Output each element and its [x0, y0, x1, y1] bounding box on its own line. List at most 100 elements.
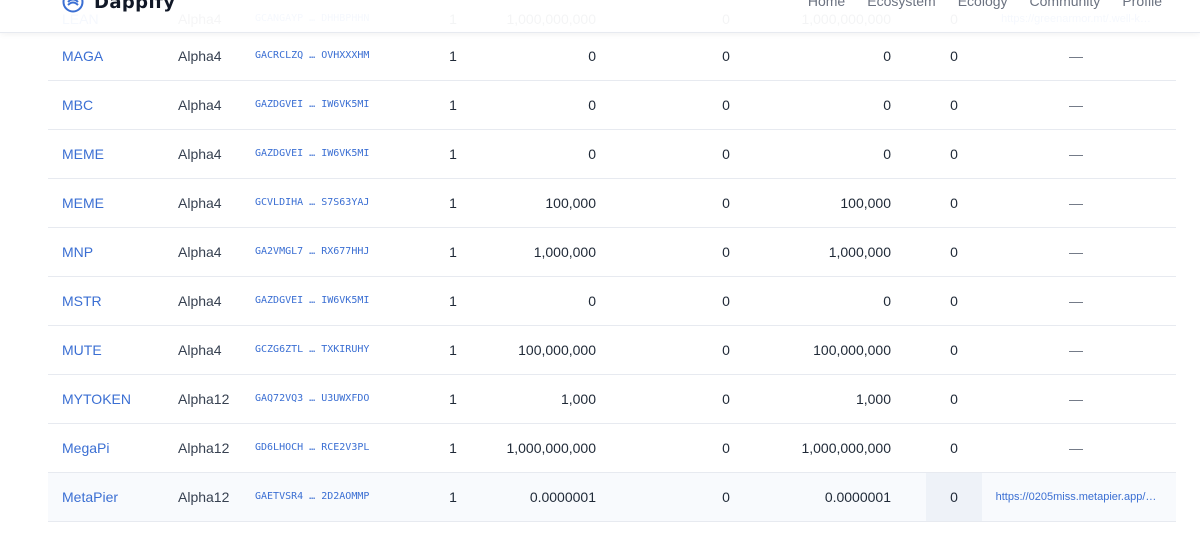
asset-type: Alpha4 — [178, 97, 222, 113]
home-domain-link[interactable]: https://0205miss.metapier.app/… — [986, 473, 1166, 521]
table-row: MAGA Alpha4 GACRCLZQ … OVHXXXHM 1 0 0 0 0— — [48, 32, 1176, 81]
issuer-address-link[interactable]: GAZDGVEI … IW6VK5MI — [255, 277, 395, 325]
supply-value: 100,000 — [545, 195, 596, 211]
table-row: MEME Alpha4 GCVLDIHA … S7S63YAJ 1 100,000 0 10… — [48, 179, 1176, 228]
asset-type: Alpha4 — [178, 342, 222, 358]
table-row: MEME Alpha4 GAZDGVEI … IW6VK5MI 1 0 0 0 0— — [48, 130, 1176, 179]
issuer-address-link[interactable]: GCZG6ZTL … TXKIRUHY — [255, 326, 395, 374]
issuer-address-link[interactable]: GA2VMGL7 … RX677HHJ — [255, 228, 395, 276]
payments-count: 0 — [722, 244, 730, 260]
table-row: MBC Alpha4 GAZDGVEI … IW6VK5MI 1 0 0 0 0— — [48, 81, 1176, 130]
total-value: 1,000,000 — [828, 244, 891, 260]
home-domain-empty: — — [1069, 293, 1083, 309]
payments-count: 0 — [722, 48, 730, 64]
asset-code-link[interactable]: MYTOKEN — [62, 375, 162, 423]
payments-count: 0 — [722, 293, 730, 309]
total-value: 0.0000001 — [824, 489, 891, 505]
logo-icon — [62, 0, 84, 13]
asset-type: Alpha12 — [178, 440, 230, 456]
home-domain-empty: — — [1069, 244, 1083, 260]
top-header: Dappify Home Ecosystem Ecology Community… — [0, 0, 1200, 33]
asset-code-link[interactable]: MAGA — [62, 32, 162, 80]
asset-type: Alpha4 — [178, 244, 222, 260]
flags-value: 0 — [950, 391, 958, 407]
supply-value: 0 — [588, 48, 596, 64]
issuer-address-link[interactable]: GCVLDIHA … S7S63YAJ — [255, 179, 395, 227]
home-domain-empty: — — [1069, 48, 1083, 64]
asset-code-link[interactable]: MetaPier — [62, 473, 162, 521]
asset-type: Alpha4 — [178, 146, 222, 162]
brand-name: Dappify — [94, 0, 176, 13]
total-value: 0 — [883, 293, 891, 309]
payments-count: 0 — [722, 146, 730, 162]
payments-count: 0 — [722, 342, 730, 358]
nav-community[interactable]: Community — [1030, 0, 1101, 9]
total-value: 100,000,000 — [813, 342, 891, 358]
issuer-address-link[interactable]: GAZDGVEI … IW6VK5MI — [255, 81, 395, 129]
flags-value: 0 — [950, 293, 958, 309]
flags-value: 0 — [926, 473, 982, 521]
issuer-address-link[interactable]: GACRCLZQ … OVHXXXHM — [255, 32, 395, 80]
assets-table: LEANAlpha4GCANGAYP … DHHBPHHN11,000,000,… — [48, 8, 1176, 522]
flags-value: 0 — [950, 440, 958, 456]
page: Dappify Home Ecosystem Ecology Community… — [0, 0, 1200, 534]
home-domain-empty: — — [1069, 97, 1083, 113]
total-value: 0 — [883, 146, 891, 162]
table-row: MegaPi Alpha12 GD6LHOCH … RCE2V3PL 1 1,000,0… — [48, 424, 1176, 473]
asset-type: Alpha12 — [178, 391, 230, 407]
nav-home[interactable]: Home — [808, 0, 845, 9]
asset-code-link[interactable]: MEME — [62, 179, 162, 227]
supply-value: 100,000,000 — [518, 342, 596, 358]
total-value: 100,000 — [840, 195, 891, 211]
supply-value: 0 — [588, 97, 596, 113]
total-value: 0 — [883, 97, 891, 113]
asset-code-link[interactable]: MBC — [62, 81, 162, 129]
issuer-address-link[interactable]: GAETVSR4 … 2D2AOMMP — [255, 473, 395, 521]
home-domain-empty: — — [1069, 391, 1083, 407]
table-row: MUTE Alpha4 GCZG6ZTL … TXKIRUHY 1 100,000,00… — [48, 326, 1176, 375]
asset-code-link[interactable]: MegaPi — [62, 424, 162, 472]
asset-type: Alpha12 — [178, 489, 230, 505]
brand[interactable]: Dappify — [62, 0, 175, 14]
payments-count: 0 — [722, 195, 730, 211]
home-domain-empty: — — [1069, 195, 1083, 211]
flags-value: 0 — [950, 342, 958, 358]
nav-ecosystem[interactable]: Ecosystem — [867, 0, 935, 9]
flags-value: 0 — [950, 146, 958, 162]
nav-ecology[interactable]: Ecology — [958, 0, 1008, 9]
asset-code-link[interactable]: MNP — [62, 228, 162, 276]
asset-code-link[interactable]: MSTR — [62, 277, 162, 325]
flags-value: 0 — [950, 97, 958, 113]
table-row: MNP Alpha4 GA2VMGL7 … RX677HHJ 1 1,000,000 0 1… — [48, 228, 1176, 277]
table-row: MetaPier Alpha12 GAETVSR4 … 2D2AOMMP 1 0.000… — [48, 473, 1176, 522]
issuer-address-link[interactable]: GD6LHOCH … RCE2V3PL — [255, 424, 395, 472]
supply-value: 1,000,000 — [533, 244, 596, 260]
payments-count: 0 — [722, 489, 730, 505]
total-value: 1,000,000,000 — [801, 440, 891, 456]
nav-profile[interactable]: Profile — [1122, 0, 1162, 9]
assets-table-body: LEANAlpha4GCANGAYP … DHHBPHHN11,000,000,… — [48, 8, 1176, 522]
home-domain-empty: — — [1069, 342, 1083, 358]
table-row: MSTR Alpha4 GAZDGVEI … IW6VK5MI 1 0 0 0 0— — [48, 277, 1176, 326]
supply-value: 0.0000001 — [529, 489, 596, 505]
main-nav: Home Ecosystem Ecology Community Profile — [808, 0, 1162, 9]
supply-value: 0 — [588, 293, 596, 309]
flags-value: 0 — [950, 244, 958, 260]
total-value: 1,000 — [855, 391, 891, 407]
asset-code-link[interactable]: MEME — [62, 130, 162, 178]
issuer-address-link[interactable]: GAQ72VQ3 … U3UWXFDO — [255, 375, 395, 423]
supply-value: 0 — [588, 146, 596, 162]
payments-count: 0 — [722, 391, 730, 407]
total-value: 0 — [883, 48, 891, 64]
asset-code-link[interactable]: MUTE — [62, 326, 162, 374]
table-row: MYTOKEN Alpha12 GAQ72VQ3 … U3UWXFDO 1 1,000 0… — [48, 375, 1176, 424]
asset-type: Alpha4 — [178, 293, 222, 309]
flags-value: 0 — [950, 48, 958, 64]
asset-type: Alpha4 — [178, 195, 222, 211]
payments-count: 0 — [722, 97, 730, 113]
issuer-address-link[interactable]: GAZDGVEI … IW6VK5MI — [255, 130, 395, 178]
home-domain-empty: — — [1069, 146, 1083, 162]
supply-value: 1,000 — [560, 391, 596, 407]
asset-type: Alpha4 — [178, 48, 222, 64]
payments-count: 0 — [722, 440, 730, 456]
